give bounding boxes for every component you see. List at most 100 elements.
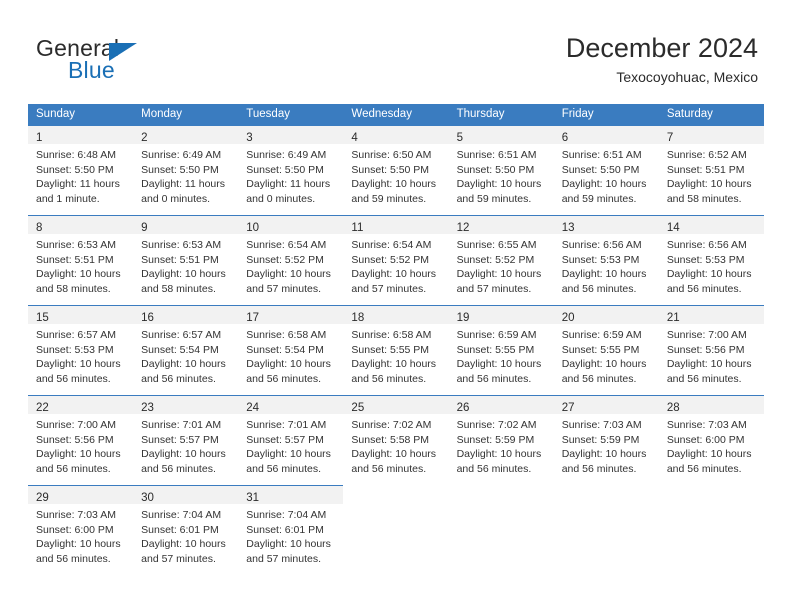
calendar-day-cell[interactable]: 4 Sunrise: 6:50 AM Sunset: 5:50 PM Daylight…	[343, 125, 449, 215]
day-number: 31	[246, 492, 260, 504]
sunset-text: Sunset: 5:55 PM	[561, 343, 640, 356]
day-details: Sunrise: 6:56 AM Sunset: 5:53 PM Daylight:…	[554, 234, 659, 296]
calendar-day-cell[interactable]: 19 Sunrise: 6:59 AM Sunset: 5:55 PM Dayligh…	[448, 305, 554, 395]
daylight-text-line2: and 58 minutes.	[141, 282, 216, 295]
day-details: Sunrise: 7:02 AM Sunset: 5:58 PM Daylight:…	[343, 414, 448, 476]
day-number-bar: 27	[553, 396, 659, 414]
day-number: 5	[456, 132, 463, 144]
day-number: 14	[666, 222, 680, 234]
calendar-day-cell[interactable]: 27 Sunrise: 7:03 AM Sunset: 5:59 PM Dayligh…	[553, 395, 659, 485]
calendar-day-cell[interactable]: 25 Sunrise: 7:02 AM Sunset: 5:58 PM Dayligh…	[343, 395, 449, 485]
weekday-header-sunday: Sunday	[28, 104, 134, 125]
day-number-bar: 29	[28, 486, 134, 504]
day-cell-inner: 5 Sunrise: 6:51 AM Sunset: 5:50 PM Daylight…	[448, 125, 554, 214]
daylight-text-line2: and 56 minutes.	[36, 552, 111, 565]
sunrise-text: Sunrise: 6:58 AM	[351, 329, 432, 341]
day-cell-inner: 26 Sunrise: 7:02 AM Sunset: 5:59 PM Dayligh…	[448, 395, 554, 484]
calendar-day-cell[interactable]: 10 Sunrise: 6:54 AM Sunset: 5:52 PM Dayligh…	[238, 215, 344, 305]
calendar-day-cell[interactable]: 2 Sunrise: 6:49 AM Sunset: 5:50 PM Daylight…	[133, 125, 239, 215]
sunset-text: Sunset: 6:01 PM	[246, 523, 324, 536]
daylight-text-line2: and 56 minutes.	[456, 372, 532, 385]
calendar-day-cell[interactable]: 13 Sunrise: 6:56 AM Sunset: 5:53 PM Dayligh…	[553, 215, 659, 305]
day-details: Sunrise: 6:59 AM Sunset: 5:55 PM Daylight:…	[449, 324, 554, 386]
daylight-text-line1: Daylight: 10 hours	[561, 358, 647, 370]
calendar-day-cell[interactable]: 22 Sunrise: 7:00 AM Sunset: 5:56 PM Dayligh…	[28, 395, 134, 485]
calendar-day-cell[interactable]: 29 Sunrise: 7:03 AM Sunset: 6:00 PM Dayligh…	[28, 485, 134, 575]
calendar-day-cell[interactable]: 3 Sunrise: 6:49 AM Sunset: 5:50 PM Daylight…	[238, 125, 344, 215]
weekday-header-monday: Monday	[133, 104, 239, 125]
calendar-day-cell[interactable]: 7 Sunrise: 6:52 AM Sunset: 5:51 PM Daylight…	[658, 125, 764, 215]
daylight-text-line1: Daylight: 10 hours	[36, 268, 121, 280]
day-details: Sunrise: 6:53 AM Sunset: 5:51 PM Daylight:…	[28, 234, 133, 296]
day-cell-inner: 31 Sunrise: 7:04 AM Sunset: 6:01 PM Dayligh…	[238, 485, 344, 574]
day-details: Sunrise: 6:58 AM Sunset: 5:54 PM Daylight:…	[238, 324, 343, 386]
weekday-header-thursday: Thursday	[448, 104, 554, 125]
day-number: 30	[141, 492, 154, 504]
calendar-day-cell[interactable]: 16 Sunrise: 6:57 AM Sunset: 5:54 PM Dayligh…	[133, 305, 239, 395]
day-number: 1	[36, 132, 43, 144]
sunset-text: Sunset: 6:00 PM	[666, 433, 745, 446]
calendar-day-cell[interactable]: 24 Sunrise: 7:01 AM Sunset: 5:57 PM Dayligh…	[238, 395, 344, 485]
sunset-text: Sunset: 5:55 PM	[351, 343, 430, 356]
day-details: Sunrise: 7:04 AM Sunset: 6:01 PM Daylight:…	[238, 504, 343, 566]
daylight-text-line2: and 59 minutes.	[561, 192, 637, 205]
day-cell-inner: 12 Sunrise: 6:55 AM Sunset: 5:52 PM Dayligh…	[448, 215, 554, 304]
sunrise-text: Sunrise: 7:02 AM	[456, 419, 537, 431]
calendar-day-cell[interactable]: 21 Sunrise: 7:00 AM Sunset: 5:56 PM Dayligh…	[658, 305, 764, 395]
calendar-day-cell[interactable]: 23 Sunrise: 7:01 AM Sunset: 5:57 PM Dayligh…	[133, 395, 239, 485]
day-number-bar: 3	[238, 126, 344, 144]
calendar-day-cell[interactable]: 8 Sunrise: 6:53 AM Sunset: 5:51 PM Daylight…	[28, 215, 134, 305]
day-details: Sunrise: 7:03 AM Sunset: 6:00 PM Daylight:…	[28, 504, 133, 566]
calendar-day-cell[interactable]: 9 Sunrise: 6:53 AM Sunset: 5:51 PM Daylight…	[133, 215, 239, 305]
sunrise-text: Sunrise: 6:49 AM	[141, 149, 222, 161]
calendar-day-cell[interactable]: 30 Sunrise: 7:04 AM Sunset: 6:01 PM Dayligh…	[133, 485, 239, 575]
brand-name-blue: Blue	[68, 57, 115, 83]
calendar-week-row: 22 Sunrise: 7:00 AM Sunset: 5:56 PM Dayligh…	[28, 395, 764, 485]
day-number-bar: 11	[343, 216, 449, 234]
sunrise-text: Sunrise: 7:02 AM	[351, 419, 432, 431]
sunrise-text: Sunrise: 7:01 AM	[141, 419, 222, 431]
day-number: 16	[141, 312, 154, 324]
day-number: 6	[561, 132, 569, 144]
calendar-day-cell[interactable]: 28 Sunrise: 7:03 AM Sunset: 6:00 PM Dayligh…	[658, 395, 764, 485]
day-number: 15	[36, 312, 49, 324]
calendar-day-cell[interactable]: 18 Sunrise: 6:58 AM Sunset: 5:55 PM Dayligh…	[343, 305, 449, 395]
calendar-day-cell[interactable]: 15 Sunrise: 6:57 AM Sunset: 5:53 PM Dayligh…	[28, 305, 134, 395]
calendar-day-cell[interactable]: 20 Sunrise: 6:59 AM Sunset: 5:55 PM Dayligh…	[553, 305, 659, 395]
daylight-text-line2: and 56 minutes.	[561, 462, 637, 475]
calendar-day-cell[interactable]: 26 Sunrise: 7:02 AM Sunset: 5:59 PM Dayligh…	[448, 395, 554, 485]
sunrise-text: Sunrise: 6:48 AM	[36, 149, 116, 161]
day-cell-inner: 24 Sunrise: 7:01 AM Sunset: 5:57 PM Dayligh…	[238, 395, 344, 484]
daylight-text-line2: and 56 minutes.	[561, 372, 637, 385]
empty-day-cell	[554, 485, 659, 574]
daylight-text-line1: Daylight: 10 hours	[246, 268, 331, 280]
sunrise-text: Sunrise: 6:54 AM	[246, 239, 327, 251]
calendar-day-cell[interactable]: 31 Sunrise: 7:04 AM Sunset: 6:01 PM Dayligh…	[238, 485, 344, 575]
day-number-bar: 8	[28, 216, 134, 234]
general-blue-logo[interactable]: General Blue	[36, 36, 276, 86]
calendar-day-cell[interactable]: 14 Sunrise: 6:56 AM Sunset: 5:53 PM Dayligh…	[658, 215, 764, 305]
daylight-text-line2: and 56 minutes.	[36, 462, 111, 475]
day-details: Sunrise: 6:57 AM Sunset: 5:53 PM Daylight:…	[28, 324, 133, 386]
day-cell-inner: 28 Sunrise: 7:03 AM Sunset: 6:00 PM Dayligh…	[658, 395, 764, 484]
day-details: Sunrise: 7:03 AM Sunset: 5:59 PM Daylight:…	[554, 414, 659, 476]
daylight-text-line1: Daylight: 10 hours	[246, 358, 331, 370]
day-cell-inner: 7 Sunrise: 6:52 AM Sunset: 5:51 PM Daylight…	[658, 125, 764, 214]
daylight-text-line1: Daylight: 10 hours	[36, 538, 121, 550]
calendar-day-cell[interactable]: 12 Sunrise: 6:55 AM Sunset: 5:52 PM Dayligh…	[448, 215, 554, 305]
calendar-day-cell[interactable]: 11 Sunrise: 6:54 AM Sunset: 5:52 PM Dayligh…	[343, 215, 449, 305]
calendar-day-cell[interactable]: 17 Sunrise: 6:58 AM Sunset: 5:54 PM Dayligh…	[238, 305, 344, 395]
day-cell-inner: 25 Sunrise: 7:02 AM Sunset: 5:58 PM Dayligh…	[343, 395, 449, 484]
daylight-text-line1: Daylight: 10 hours	[666, 358, 752, 370]
sunrise-text: Sunrise: 6:58 AM	[246, 329, 327, 341]
day-number: 28	[666, 402, 680, 414]
calendar-day-cell[interactable]: 6 Sunrise: 6:51 AM Sunset: 5:50 PM Daylight…	[553, 125, 659, 215]
day-number: 27	[561, 402, 575, 414]
day-details: Sunrise: 7:03 AM Sunset: 6:00 PM Daylight:…	[659, 414, 764, 476]
calendar-day-cell[interactable]: 1 Sunrise: 6:48 AM Sunset: 5:50 PM Daylight…	[28, 125, 134, 215]
calendar-day-cell[interactable]: 5 Sunrise: 6:51 AM Sunset: 5:50 PM Daylight…	[448, 125, 554, 215]
day-number-bar: 31	[238, 486, 344, 504]
weekday-header-wednesday: Wednesday	[343, 104, 449, 125]
day-number: 26	[456, 402, 470, 414]
day-cell-inner: 10 Sunrise: 6:54 AM Sunset: 5:52 PM Dayligh…	[238, 215, 344, 304]
